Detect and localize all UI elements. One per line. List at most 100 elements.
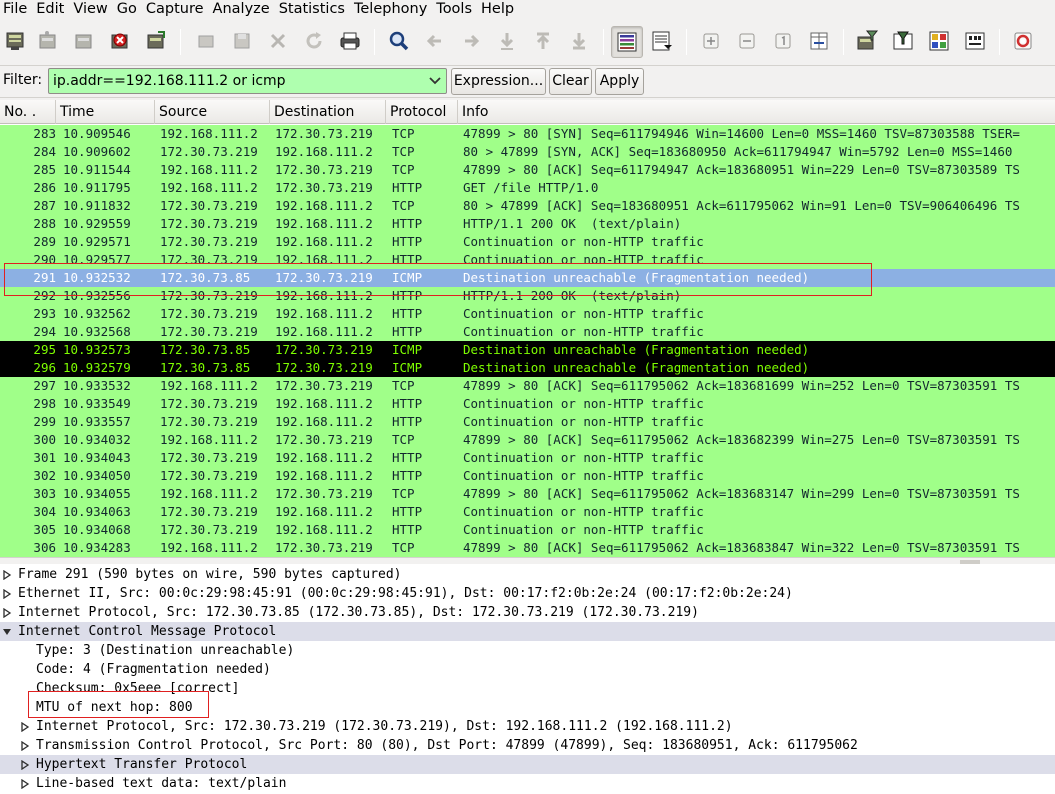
zoom-out-icon[interactable]	[733, 27, 761, 55]
packet-row[interactable]: 286 10.911795 192.168.111.2 172.30.73.219 HT…	[0, 179, 1055, 197]
zoom-in-icon[interactable]	[697, 27, 725, 55]
packet-row[interactable]: 283 10.909546 192.168.111.2 172.30.73.219 TC…	[0, 125, 1055, 143]
packet-row[interactable]: 292 10.932556 172.30.73.219 192.168.111.2 HT…	[0, 287, 1055, 305]
expander-collapsed-icon[interactable]	[0, 565, 14, 584]
detail-tree-item[interactable]: Ethernet II, Src: 00:0c:29:98:45:91 (00:…	[0, 584, 1055, 603]
detail-tree-item[interactable]: Transmission Control Protocol, Src Port:…	[0, 736, 1055, 755]
capture-filters-icon[interactable]	[853, 27, 881, 55]
column-header-no[interactable]: No. .	[0, 100, 56, 124]
packet-row[interactable]: 288 10.929559 172.30.73.219 192.168.111.2 HT…	[0, 215, 1055, 233]
packet-row[interactable]: 296 10.932579 172.30.73.85 172.30.73.219 ICM…	[0, 359, 1055, 377]
menu-tools[interactable]: Tools	[433, 0, 478, 20]
packet-row[interactable]: 299 10.933557 172.30.73.219 192.168.111.2 HT…	[0, 413, 1055, 431]
packet-protocol: HTTP	[392, 522, 423, 537]
menu-telephony[interactable]: Telephony	[351, 0, 433, 20]
display-filters-icon[interactable]	[889, 27, 917, 55]
menu-go[interactable]: Go	[114, 0, 143, 20]
column-header-time[interactable]: Time	[56, 100, 155, 124]
packet-row[interactable]: 301 10.934043 172.30.73.219 192.168.111.2 HT…	[0, 449, 1055, 467]
coloring-rules-icon[interactable]	[925, 27, 953, 55]
packet-row[interactable]: 306 10.934283 192.168.111.2 172.30.73.219 TC…	[0, 539, 1055, 557]
expander-collapsed-icon[interactable]	[0, 584, 14, 603]
packet-row[interactable]: 287 10.911832 172.30.73.219 192.168.111.2 TC…	[0, 197, 1055, 215]
packet-time: 10.933532	[63, 378, 131, 393]
go-last-icon[interactable]	[565, 27, 593, 55]
colorize-icon[interactable]	[611, 26, 643, 58]
auto-scroll-icon[interactable]	[648, 27, 676, 55]
clear-button[interactable]: Clear	[549, 68, 592, 95]
go-to-packet-icon[interactable]	[493, 27, 521, 55]
find-packet-icon[interactable]	[385, 27, 413, 55]
packet-row[interactable]: 303 10.934055 192.168.111.2 172.30.73.219 TC…	[0, 485, 1055, 503]
start-capture-icon[interactable]	[70, 27, 98, 55]
expander-collapsed-icon[interactable]	[18, 717, 32, 736]
packet-row[interactable]: 297 10.933532 192.168.111.2 172.30.73.219 TC…	[0, 377, 1055, 395]
menu-file[interactable]: File	[0, 0, 33, 20]
packet-row[interactable]: 291 10.932532 172.30.73.85 172.30.73.219 ICM…	[0, 269, 1055, 287]
save-file-icon[interactable]	[228, 27, 256, 55]
packet-row[interactable]: 302 10.934050 172.30.73.219 192.168.111.2 HT…	[0, 467, 1055, 485]
column-header-destination[interactable]: Destination	[270, 100, 386, 124]
packet-info: Continuation or non-HTTP traffic	[463, 468, 704, 483]
packet-destination: 192.168.111.2	[275, 216, 373, 231]
packet-protocol: HTTP	[392, 468, 423, 483]
chevron-down-icon[interactable]	[424, 69, 446, 93]
column-header-source[interactable]: Source	[155, 100, 270, 124]
reload-icon[interactable]	[300, 27, 328, 55]
detail-tree-item[interactable]: Internet Protocol, Src: 172.30.73.219 (1…	[0, 717, 1055, 736]
preferences-icon[interactable]	[961, 27, 989, 55]
apply-button[interactable]: Apply	[595, 68, 644, 95]
expression-button[interactable]: Expression...	[451, 68, 546, 95]
expander-expanded-icon[interactable]	[0, 622, 14, 641]
packet-info: HTTP/1.1 200 OK (text/plain)	[463, 216, 682, 231]
detail-tree-item[interactable]: Code: 4 (Fragmentation needed)	[0, 660, 1055, 679]
go-first-icon[interactable]	[529, 27, 557, 55]
expander-collapsed-icon[interactable]	[18, 774, 32, 793]
restart-capture-icon[interactable]	[142, 27, 170, 55]
column-header-protocol[interactable]: Protocol	[386, 100, 458, 124]
go-back-icon[interactable]	[421, 27, 449, 55]
detail-tree-item[interactable]: Hypertext Transfer Protocol	[0, 755, 1055, 774]
capture-options-icon[interactable]	[34, 27, 62, 55]
packet-row[interactable]: 300 10.934032 192.168.111.2 172.30.73.219 TC…	[0, 431, 1055, 449]
resize-columns-icon[interactable]	[805, 27, 833, 55]
menu-view[interactable]: View	[70, 0, 113, 20]
packet-row[interactable]: 295 10.932573 172.30.73.85 172.30.73.219 ICM…	[0, 341, 1055, 359]
packet-row[interactable]: 293 10.932562 172.30.73.219 192.168.111.2 HT…	[0, 305, 1055, 323]
packet-row[interactable]: 305 10.934068 172.30.73.219 192.168.111.2 HT…	[0, 521, 1055, 539]
expander-collapsed-icon[interactable]	[0, 603, 14, 622]
packet-info: Continuation or non-HTTP traffic	[463, 522, 704, 537]
detail-tree-item[interactable]: Type: 3 (Destination unreachable)	[0, 641, 1055, 660]
packet-row[interactable]: 290 10.929577 172.30.73.219 192.168.111.2 HT…	[0, 251, 1055, 269]
packet-destination: 192.168.111.2	[275, 468, 373, 483]
detail-tree-item[interactable]: Line-based text data: text/plain	[0, 774, 1055, 793]
menu-analyze[interactable]: Analyze	[210, 0, 276, 20]
close-file-icon[interactable]	[264, 27, 292, 55]
detail-tree-item[interactable]: MTU of next hop: 800	[0, 698, 1055, 717]
interface-list-icon[interactable]	[2, 27, 30, 55]
menu-statistics[interactable]: Statistics	[276, 0, 351, 20]
open-file-icon[interactable]	[192, 27, 220, 55]
detail-tree-item[interactable]: Frame 291 (590 bytes on wire, 590 bytes …	[0, 565, 1055, 584]
print-icon[interactable]	[336, 27, 364, 55]
expander-collapsed-icon[interactable]	[18, 736, 32, 755]
packet-row[interactable]: 284 10.909602 172.30.73.219 192.168.111.2 TC…	[0, 143, 1055, 161]
display-filter-input[interactable]: ip.addr==192.168.111.2 or icmp	[48, 68, 447, 94]
packet-row[interactable]: 304 10.934063 172.30.73.219 192.168.111.2 HT…	[0, 503, 1055, 521]
packet-row[interactable]: 289 10.929571 172.30.73.219 192.168.111.2 HT…	[0, 233, 1055, 251]
packet-row[interactable]: 294 10.932568 172.30.73.219 192.168.111.2 HT…	[0, 323, 1055, 341]
help-icon[interactable]	[1009, 27, 1037, 55]
detail-tree-item[interactable]: Checksum: 0x5eee [correct]	[0, 679, 1055, 698]
menu-edit[interactable]: Edit	[33, 0, 70, 20]
packet-row[interactable]: 285 10.911544 192.168.111.2 172.30.73.219 TC…	[0, 161, 1055, 179]
detail-tree-item[interactable]: Internet Control Message Protocol	[0, 622, 1055, 641]
go-forward-icon[interactable]	[457, 27, 485, 55]
expander-collapsed-icon[interactable]	[18, 755, 32, 774]
menu-help[interactable]: Help	[478, 0, 520, 20]
packet-row[interactable]: 298 10.933549 172.30.73.219 192.168.111.2 HT…	[0, 395, 1055, 413]
normal-size-icon[interactable]	[769, 27, 797, 55]
menu-capture[interactable]: Capture	[143, 0, 210, 20]
stop-capture-icon[interactable]	[106, 27, 134, 55]
column-header-info[interactable]: Info	[458, 100, 1055, 124]
detail-tree-item[interactable]: Internet Protocol, Src: 172.30.73.85 (17…	[0, 603, 1055, 622]
